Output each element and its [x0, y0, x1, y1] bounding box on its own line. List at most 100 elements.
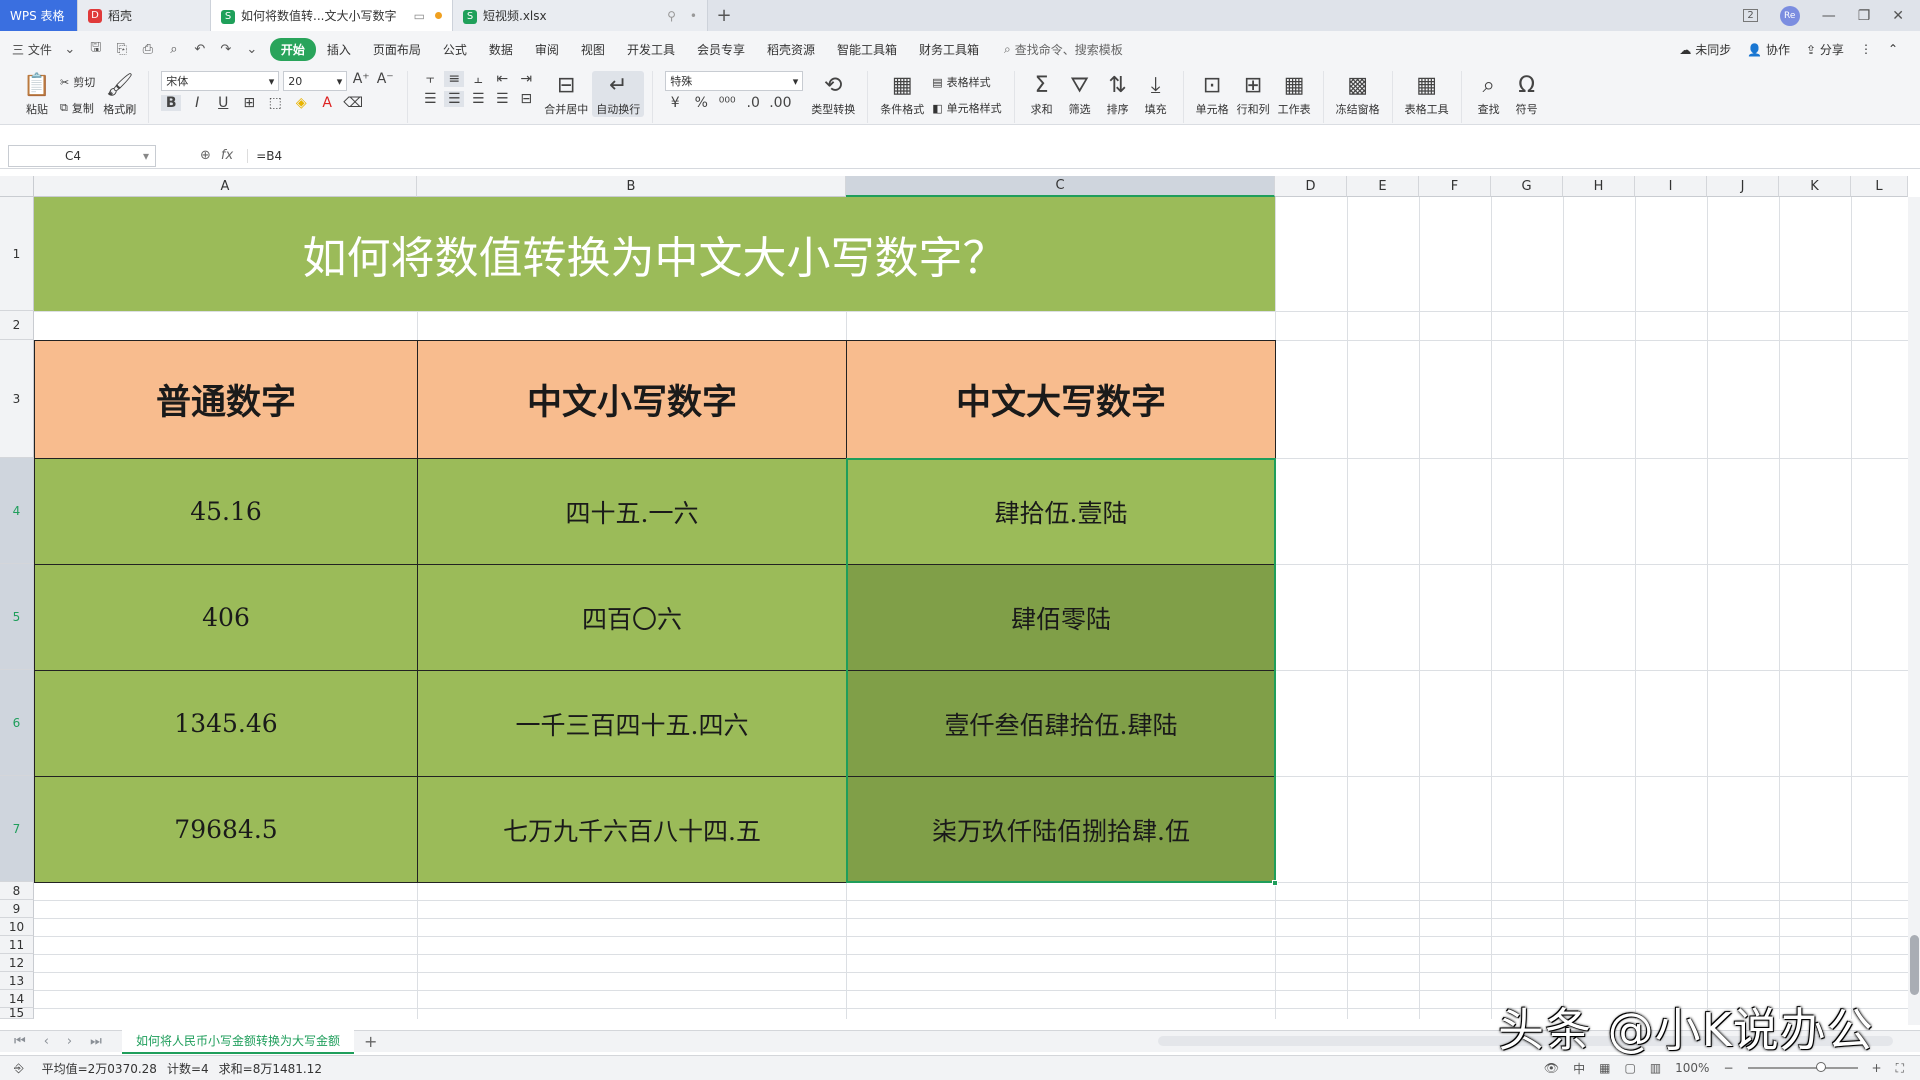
column-header-d[interactable]: D	[1275, 176, 1347, 197]
fill-style-icon[interactable]: ⬚	[265, 95, 285, 111]
column-header-h[interactable]: H	[1563, 176, 1635, 197]
increase-decimal-icon[interactable]: .0	[743, 95, 763, 111]
fullscreen-icon[interactable]: ⛶	[1896, 1061, 1904, 1076]
row-header-4[interactable]: 4	[0, 458, 34, 564]
restore-icon[interactable]: ❐	[1858, 8, 1871, 24]
tab-developer[interactable]: 开发工具	[616, 41, 686, 58]
table-cell[interactable]: 壹仟叁佰肆拾伍.肆陆	[846, 670, 1276, 777]
cut-button[interactable]: ✂ 剪切	[60, 71, 95, 93]
tab-home[interactable]: 开始	[269, 37, 316, 61]
table-tools-button[interactable]: ▦ 表格工具	[1401, 71, 1453, 117]
name-box[interactable]: C4 ▾	[8, 144, 156, 167]
customize-icon[interactable]: ⌄	[244, 41, 260, 57]
row-header-9[interactable]: 9	[0, 900, 34, 918]
table-style-button[interactable]: ▤ 表格样式	[932, 71, 1001, 93]
row-header-1[interactable]: 1	[0, 197, 34, 311]
row-header-10[interactable]: 10	[0, 918, 34, 936]
percent-icon[interactable]: %	[691, 95, 711, 111]
underline-icon[interactable]: U	[213, 95, 233, 111]
tab-finance-toolbox[interactable]: 财务工具箱	[908, 41, 990, 58]
tab-current-workbook[interactable]: S 如何将数值转...文大小写数字 ▭	[211, 0, 453, 31]
align-bottom-icon[interactable]: ⫠	[468, 71, 488, 87]
zoom-level[interactable]: 100%	[1675, 1061, 1709, 1075]
row-header-8[interactable]: 8	[0, 882, 34, 900]
column-header-e[interactable]: E	[1347, 176, 1419, 197]
column-header-i[interactable]: I	[1635, 176, 1707, 197]
fill-handle[interactable]	[1272, 880, 1278, 886]
tab-review[interactable]: 审阅	[524, 41, 570, 58]
filter-button[interactable]: ⛛ 筛选	[1061, 71, 1099, 117]
tab-data[interactable]: 数据	[478, 41, 524, 58]
font-color-icon[interactable]: A	[317, 95, 337, 111]
align-top-icon[interactable]: ⫟	[420, 71, 440, 87]
table-cell[interactable]: 肆佰零陆	[846, 564, 1276, 671]
table-cell[interactable]: 四百〇六	[417, 564, 847, 671]
table-cell[interactable]: 四十五.一六	[417, 458, 847, 565]
row-header-13[interactable]: 13	[0, 972, 34, 990]
sync-button[interactable]: ☁ 未同步	[1679, 41, 1731, 58]
table-cell[interactable]: 七万九千六百八十四.五	[417, 776, 847, 883]
print-preview-icon[interactable]: ⌕	[166, 41, 182, 57]
font-size-select[interactable]: 20 ▾	[283, 71, 348, 91]
wps-home-tab[interactable]: WPS 表格	[0, 0, 78, 31]
row-header-12[interactable]: 12	[0, 954, 34, 972]
fill-color-icon[interactable]: ◈	[291, 95, 311, 111]
align-center-icon[interactable]: ☰	[444, 91, 465, 107]
table-cell[interactable]: 1345.46	[34, 670, 418, 777]
column-header-b[interactable]: B	[417, 176, 846, 197]
justify-icon[interactable]: ☰	[492, 91, 512, 107]
table-cell[interactable]: 45.16	[34, 458, 418, 565]
convert-type-button[interactable]: ⟲ 类型转换	[807, 71, 859, 117]
tab-daoke[interactable]: D 稻壳	[78, 0, 211, 31]
sum-button[interactable]: Σ 求和	[1023, 71, 1061, 117]
column-header-l[interactable]: L	[1851, 176, 1908, 197]
close-icon[interactable]: ✕	[1892, 8, 1904, 24]
title-cell[interactable]: 如何将数值转换为中文大小写数字？	[34, 197, 1275, 311]
collapse-ribbon-icon[interactable]: ⌃	[1888, 42, 1898, 56]
collaborate-button[interactable]: 👤 协作	[1747, 41, 1790, 58]
select-all-corner[interactable]	[0, 176, 34, 197]
tab-page-layout[interactable]: 页面布局	[362, 41, 432, 58]
cell-button[interactable]: ⊡ 单元格	[1192, 71, 1233, 117]
formula-input[interactable]: =B4	[247, 148, 1920, 163]
bold-icon[interactable]: B	[161, 95, 182, 111]
normal-view-icon[interactable]: ▦	[1599, 1061, 1610, 1075]
row-col-button[interactable]: ⊞ 行和列	[1233, 71, 1274, 117]
row-header-7[interactable]: 7	[0, 776, 34, 882]
font-name-select[interactable]: 宋体 ▾	[161, 71, 280, 91]
page-layout-view-icon[interactable]: ▢	[1624, 1061, 1635, 1075]
copy-button[interactable]: ⧉ 复制	[60, 97, 95, 119]
table-cell[interactable]: 一千三百四十五.四六	[417, 670, 847, 777]
prev-sheet-icon[interactable]: ‹	[44, 1034, 49, 1049]
tab-member[interactable]: 会员专享	[686, 41, 756, 58]
row-header-5[interactable]: 5	[0, 564, 34, 670]
next-sheet-icon[interactable]: ›	[67, 1034, 72, 1049]
worksheet-button[interactable]: ▦ 工作表	[1274, 71, 1315, 117]
pin-icon[interactable]: ⚲	[667, 9, 676, 23]
thousands-icon[interactable]: ⁰⁰⁰	[717, 95, 737, 111]
sort-button[interactable]: ⇅ 排序	[1099, 71, 1137, 117]
find-button[interactable]: ⌕ 查找	[1470, 71, 1508, 117]
cell-style-button[interactable]: ◧ 单元格样式	[932, 97, 1001, 119]
distributed-icon[interactable]: ⊟	[516, 91, 536, 107]
add-sheet-button[interactable]: +	[364, 1032, 377, 1051]
command-search[interactable]: ⌕ 查找命令、搜索模板	[1004, 41, 1123, 58]
eye-protect-icon[interactable]: 👁	[1544, 1061, 1559, 1075]
currency-icon[interactable]: ¥	[665, 95, 685, 111]
share-button[interactable]: ⇪ 分享	[1806, 41, 1844, 58]
indent-increase-icon[interactable]: ⇥	[516, 71, 536, 87]
column-header-f[interactable]: F	[1419, 176, 1491, 197]
new-tab-button[interactable]: +	[708, 0, 740, 31]
first-sheet-icon[interactable]: ⏮	[14, 1034, 26, 1049]
conditional-format-button[interactable]: ▦ 条件格式	[876, 71, 928, 117]
align-right-icon[interactable]: ☰	[468, 91, 488, 107]
tab-daoke-resources[interactable]: 稻壳资源	[756, 41, 826, 58]
sheet-tab-active[interactable]: 如何将人民币小写金额转换为大写金额	[122, 1029, 355, 1054]
freeze-panes-button[interactable]: ▩ 冻结窗格	[1332, 71, 1384, 117]
undo-icon[interactable]: ↶	[192, 41, 208, 57]
column-header-k[interactable]: K	[1779, 176, 1851, 197]
print-icon[interactable]: ⎙	[140, 41, 156, 57]
tab-short-video[interactable]: S 短视频.xlsx ⚲ •	[453, 0, 708, 31]
last-sheet-icon[interactable]: ⏭	[90, 1034, 102, 1049]
row-header-11[interactable]: 11	[0, 936, 34, 954]
